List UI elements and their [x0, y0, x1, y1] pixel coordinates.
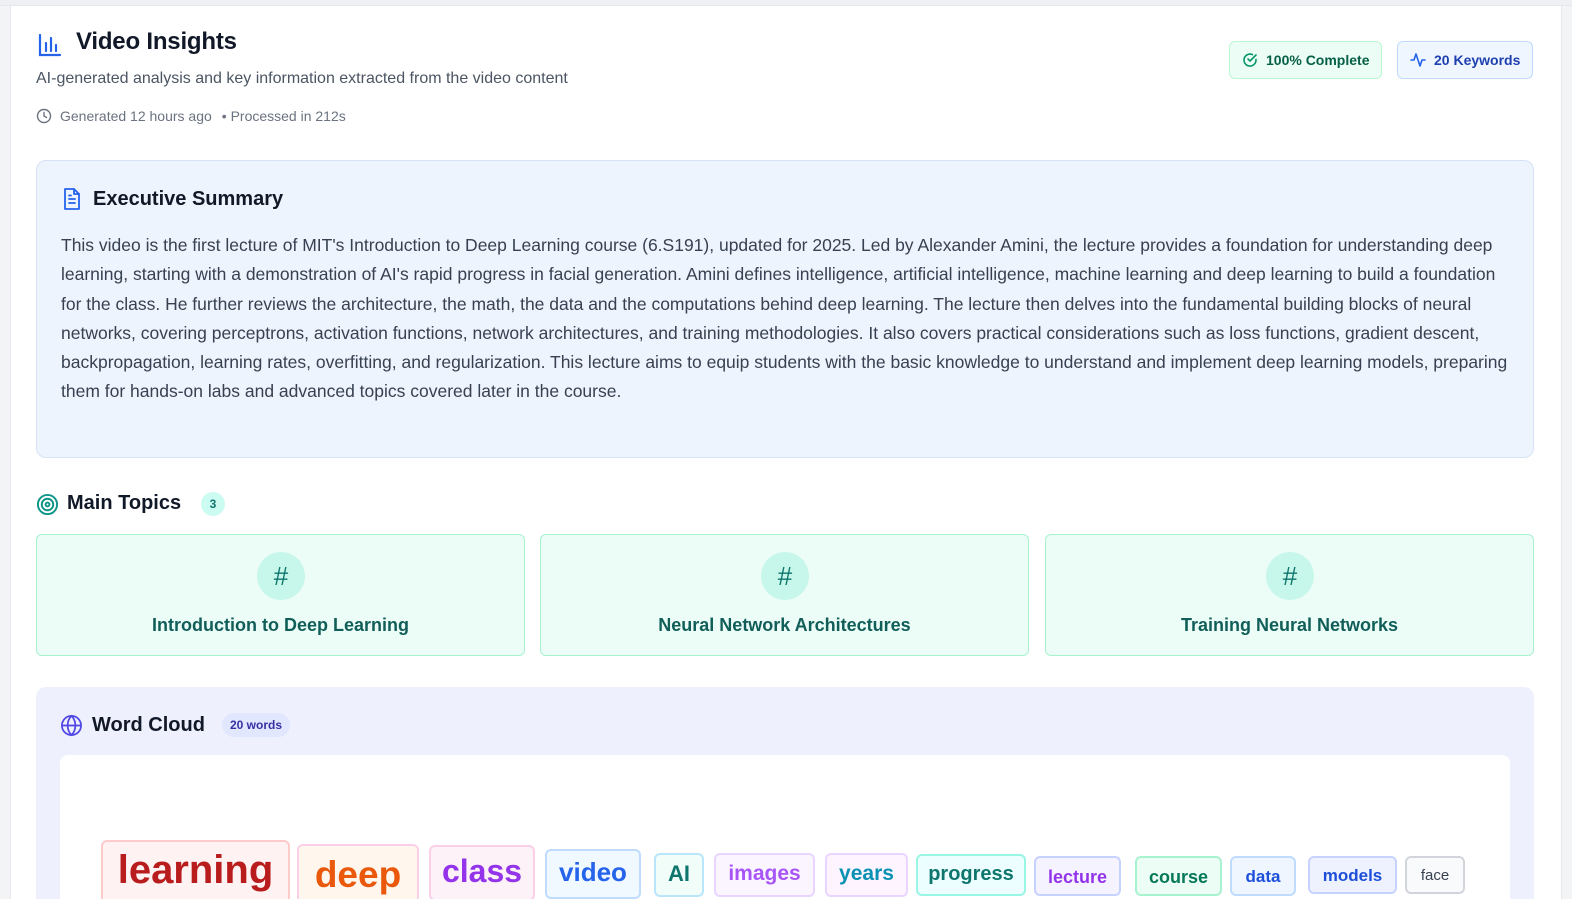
topic-card[interactable]: # Neural Network Architectures	[540, 534, 1029, 656]
complete-badge-label: 100% Complete	[1266, 52, 1370, 68]
word-chip[interactable]: lecture	[1034, 856, 1121, 896]
topic-label: Training Neural Networks	[1180, 615, 1399, 635]
generation-meta: Generated 12 hours ago • Processed in 21…	[36, 108, 346, 124]
word-chip[interactable]: deep	[297, 844, 419, 899]
topics-count-badge: 3	[201, 492, 225, 516]
activity-icon	[1410, 53, 1426, 67]
page-title: Video Insights	[76, 28, 237, 55]
word-chip[interactable]: face	[1405, 856, 1465, 894]
word-chip[interactable]: data	[1230, 856, 1296, 896]
hash-icon: #	[257, 552, 305, 600]
keywords-badge-label: 20 Keywords	[1434, 52, 1521, 68]
word-cloud-title: Word Cloud	[92, 714, 205, 736]
topic-label: Neural Network Architectures	[658, 615, 911, 635]
clock-icon	[36, 108, 52, 124]
word-chip[interactable]: learning	[101, 840, 290, 899]
video-insights-panel: Video Insights AI-generated analysis and…	[10, 6, 1562, 899]
generated-time: Generated 12 hours ago	[60, 108, 212, 124]
word-chip[interactable]: models	[1308, 856, 1397, 894]
word-chip[interactable]: AI	[654, 853, 704, 897]
word-chip[interactable]: images	[714, 853, 815, 897]
check-circle-icon	[1243, 53, 1257, 67]
main-topics-title: Main Topics	[67, 492, 182, 514]
page-subtitle: AI-generated analysis and key informatio…	[36, 70, 568, 87]
summary-text: This video is the first lecture of MIT's…	[61, 235, 1508, 402]
document-icon	[64, 188, 80, 210]
keywords-badge: 20 Keywords	[1397, 41, 1534, 79]
word-cloud-card: Word Cloud 20 words learning deep class …	[36, 687, 1534, 899]
word-count-badge: 20 words	[222, 713, 291, 737]
bar-chart-icon	[38, 33, 62, 57]
word-chip[interactable]: progress	[916, 854, 1026, 896]
executive-summary-card: Executive Summary This video is the firs…	[36, 160, 1534, 458]
topic-card[interactable]: # Training Neural Networks	[1045, 534, 1534, 656]
word-chip[interactable]: course	[1135, 856, 1222, 896]
word-chip[interactable]: years	[825, 853, 908, 897]
complete-badge: 100% Complete	[1229, 41, 1383, 79]
globe-icon	[61, 714, 82, 737]
word-chip[interactable]: video	[545, 849, 641, 899]
word-chip[interactable]: class	[429, 845, 535, 899]
topic-label: Introduction to Deep Learning	[152, 615, 409, 635]
hash-icon: #	[1266, 552, 1314, 600]
topic-card[interactable]: # Introduction to Deep Learning	[36, 534, 525, 656]
target-icon	[36, 493, 59, 516]
hash-icon: #	[761, 552, 809, 600]
summary-title: Executive Summary	[93, 188, 284, 210]
processed-time: • Processed in 212s	[221, 108, 346, 124]
word-cloud-area: learning deep class video AI images year…	[60, 755, 1510, 899]
